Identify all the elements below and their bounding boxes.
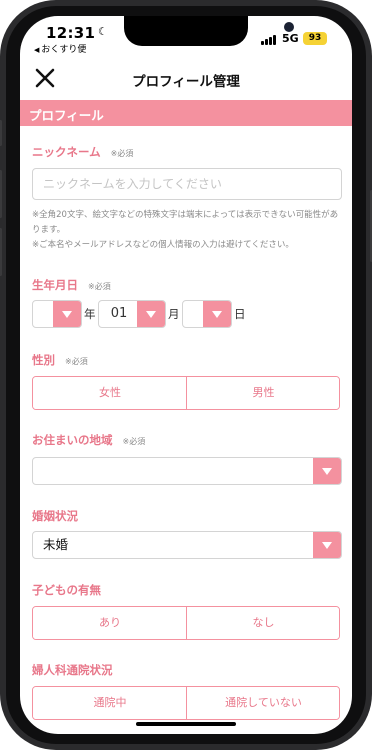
marital-dropdown-button[interactable] [313,532,341,558]
chevron-down-icon [212,311,222,318]
children-option-no[interactable]: なし [186,607,339,639]
birth-year-value [33,301,55,327]
birth-year-select[interactable] [32,300,82,328]
birthdate-label-text: 生年月日 [32,278,78,292]
year-unit: 年 [84,307,96,321]
children-option-yes[interactable]: あり [33,607,187,639]
gynecology-label-text: 婦人科通院状況 [32,663,113,677]
nickname-note: ※全角20文字、絵文字などの特殊文字は端末によっては表示できない可能性があります… [32,210,339,235]
birth-year-dropdown-button[interactable] [53,301,81,327]
gender-label: 性別 ※必須 [32,352,88,368]
children-label-text: 子どもの有無 [32,583,101,597]
required-mark: ※必須 [110,149,134,158]
region-select[interactable] [32,457,342,485]
region-label: お住まいの地域 ※必須 [32,432,145,448]
status-time: 12:31 [46,24,96,42]
chevron-down-icon [62,311,72,318]
gynecology-option-attending[interactable]: 通院中 [33,687,187,719]
region-dropdown-button[interactable] [313,458,341,484]
mute-switch [0,120,2,146]
chevron-down-icon [322,468,332,475]
children-label: 子どもの有無 [32,582,101,598]
page-title: プロフィール管理 [132,74,240,90]
gender-label-text: 性別 [32,353,55,367]
marital-value: 未婚 [43,537,69,552]
gender-option-male[interactable]: 男性 [186,377,339,409]
nickname-label-text: ニックネーム [32,145,101,159]
birth-day-value [183,301,205,327]
notch [124,16,294,46]
volume-up-button [0,170,2,218]
battery-icon: 93 [303,32,327,45]
birth-day-dropdown-button[interactable] [203,301,231,327]
gynecology-option-not-attending[interactable]: 通院していない [186,687,339,719]
nickname-label: ニックネーム ※必須 [32,144,133,160]
gender-selector: 女性 男性 [32,376,340,410]
marital-select[interactable]: 未婚 [32,531,342,559]
nav-bar: プロフィール管理 [20,64,352,98]
nickname-input[interactable] [32,168,342,200]
cellular-signal-icon [261,34,279,45]
back-to-app-link[interactable]: ◀ おくすり便 [34,42,86,55]
battery-level: 93 [308,33,322,43]
volume-down-button [0,228,2,276]
birthdate-label: 生年月日 ※必須 [32,277,111,293]
chevron-down-icon [322,542,332,549]
required-mark: ※必須 [122,437,146,446]
required-mark: ※必須 [88,282,111,291]
front-camera [284,22,294,32]
privacy-note: ※ご本名やメールアドレスなどの個人情報の入力は避けてください。 [32,240,294,250]
back-app-label: おくすり便 [41,45,87,55]
marital-label-text: 婚姻状況 [32,509,78,523]
children-selector: あり なし [32,606,340,640]
gender-option-female[interactable]: 女性 [33,377,187,409]
screen: 12:31 ☾ ◀ おくすり便 5G 93 プロフィール管理 プロフィール ニック… [20,16,352,734]
home-indicator[interactable] [136,722,236,726]
birth-month-dropdown-button[interactable] [137,301,165,327]
phone-frame: 12:31 ☾ ◀ おくすり便 5G 93 プロフィール管理 プロフィール ニック… [0,0,372,750]
birth-month-select[interactable]: 01 [98,300,166,328]
section-header-profile: プロフィール [20,100,352,126]
focus-moon-icon: ☾ [98,25,108,38]
marital-label: 婚姻状況 [32,508,78,524]
required-mark: ※必須 [65,357,88,366]
gynecology-label: 婦人科通院状況 [32,662,113,678]
section-title: プロフィール [29,108,104,123]
day-unit: 日 [234,307,246,321]
gynecology-selector: 通院中 通院していない [32,686,340,720]
chevron-down-icon [146,311,156,318]
back-triangle-icon: ◀ [34,46,40,54]
region-label-text: お住まいの地域 [32,433,113,447]
month-unit: 月 [168,307,180,321]
birth-month-value: 01 [110,306,128,321]
birth-day-select[interactable] [182,300,232,328]
network-type: 5G [282,32,299,45]
